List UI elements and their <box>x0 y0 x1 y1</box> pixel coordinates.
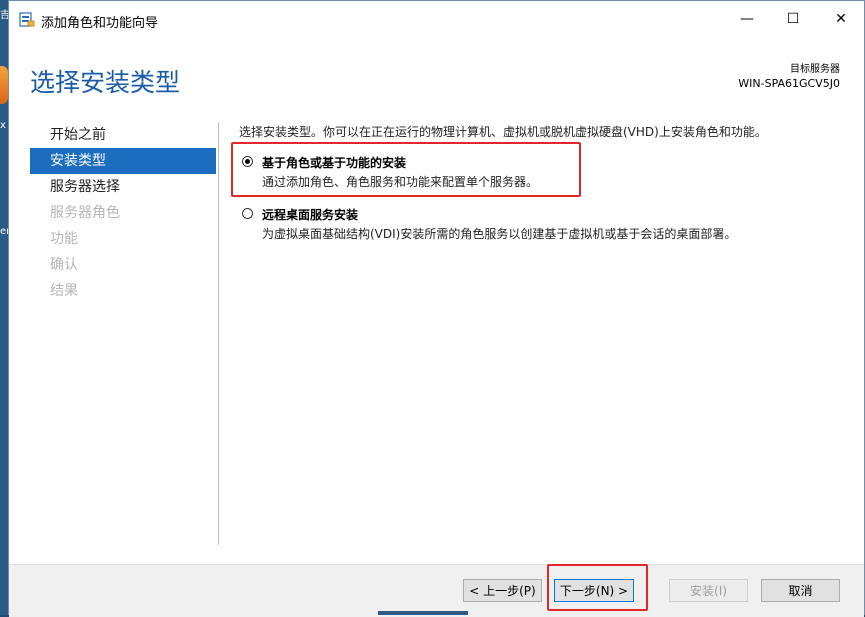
option-title[interactable]: 远程桌面服务安装 <box>262 206 358 223</box>
server-manager-icon <box>19 12 35 27</box>
install-button: 安装(I) <box>669 579 748 602</box>
wizard-steps-nav: 开始之前 安装类型 服务器选择 服务器角色 功能 确认 结果 <box>30 122 216 304</box>
minimize-icon: — <box>740 11 754 27</box>
nav-item-features: 功能 <box>50 231 78 247</box>
maximize-icon: ☐ <box>786 11 800 27</box>
annotation-highlight-box <box>547 564 648 611</box>
close-icon: ✕ <box>835 11 847 27</box>
desktop-background: 吉 x er <box>0 0 10 615</box>
nav-item-server-roles: 服务器角色 <box>50 205 120 221</box>
previous-button[interactable]: < 上一步(P) <box>463 579 542 602</box>
close-button[interactable]: ✕ <box>818 1 864 37</box>
desktop-app-icon[interactable] <box>0 66 8 104</box>
desktop-label: x <box>0 120 6 131</box>
annotation-highlight-box <box>231 142 581 197</box>
wizard-window: 添加角色和功能向导 — ☐ ✕ 选择安装类型 目标服务器 WIN-SPA61GC… <box>8 0 865 617</box>
nav-item-before-you-begin[interactable]: 开始之前 <box>30 122 216 148</box>
title-bar[interactable]: 添加角色和功能向导 — ☐ ✕ <box>9 1 864 39</box>
nav-item-server-selection[interactable]: 服务器选择 <box>30 174 216 200</box>
target-server-value: WIN-SPA61GCV5J0 <box>738 77 840 90</box>
window-title: 添加角色和功能向导 <box>41 16 159 31</box>
minimize-button[interactable]: — <box>724 1 770 37</box>
option-description: 为虚拟桌面基础结构(VDI)安装所需的角色服务以创建基于虚拟机或基于会话的桌面部… <box>262 227 737 241</box>
target-server-label: 目标服务器 <box>790 64 840 75</box>
taskbar-edge <box>378 611 468 615</box>
nav-divider <box>218 122 219 545</box>
intro-text: 选择安装类型。你可以在正在运行的物理计算机、虚拟机或脱机虚拟硬盘(VHD)上安装… <box>239 125 767 139</box>
radio-remote-desktop[interactable] <box>242 208 253 219</box>
nav-item-confirmation: 确认 <box>50 257 78 273</box>
page-title: 选择安装类型 <box>30 68 181 97</box>
cancel-button[interactable]: 取消 <box>761 579 840 602</box>
nav-item-results: 结果 <box>50 283 78 299</box>
nav-item-installation-type[interactable]: 安装类型 <box>30 148 216 174</box>
maximize-button[interactable]: ☐ <box>770 1 816 37</box>
